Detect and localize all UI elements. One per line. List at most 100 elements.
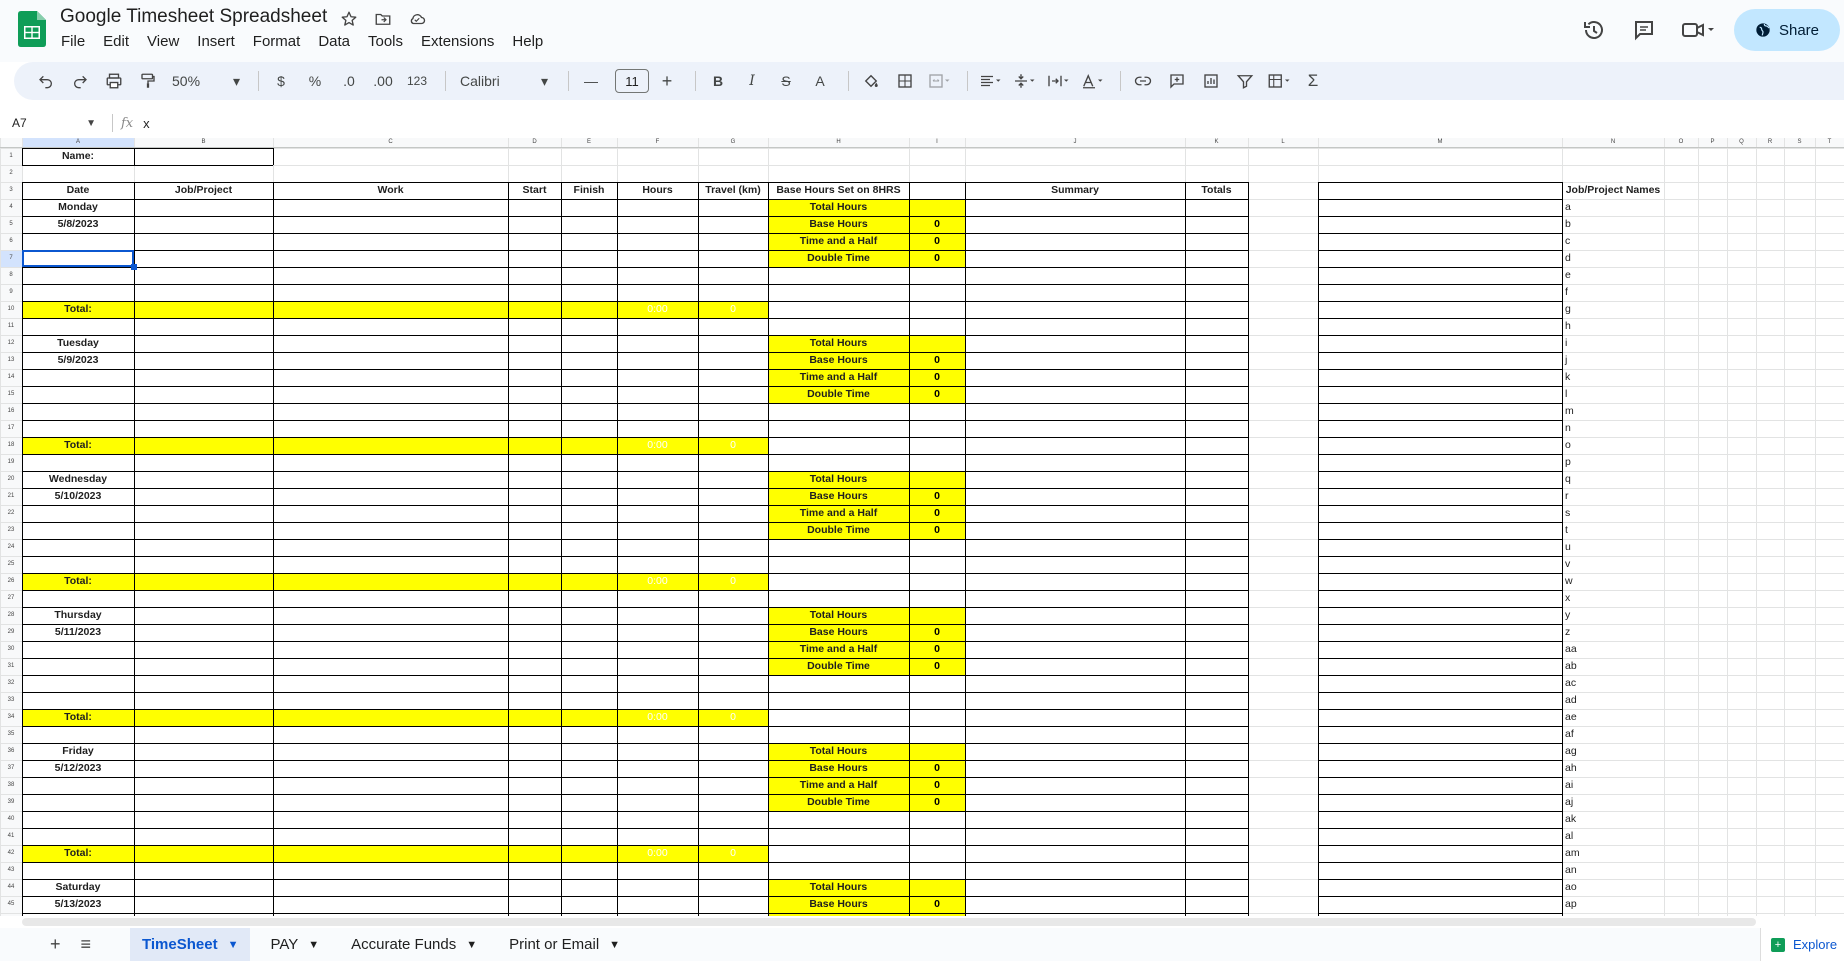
tab-timesheet[interactable]: TimeSheet ▼ bbox=[130, 928, 251, 961]
toolbar-divider bbox=[695, 71, 697, 91]
name-box[interactable]: A7 ▼ bbox=[0, 112, 104, 134]
total-travel-value: 0 bbox=[730, 711, 736, 723]
add-sheet-icon[interactable]: + bbox=[50, 934, 61, 955]
summary-label: Double Time bbox=[807, 796, 870, 808]
move-folder-icon[interactable] bbox=[372, 8, 394, 30]
insert-comment-icon[interactable] bbox=[1163, 67, 1191, 95]
summary-value: 0 bbox=[934, 626, 940, 638]
decrease-decimal-button[interactable]: .0 bbox=[335, 67, 363, 95]
explore-label: Explore bbox=[1793, 937, 1838, 952]
horizontal-scrollbar[interactable] bbox=[22, 918, 1756, 926]
menu-help[interactable]: Help bbox=[503, 32, 552, 52]
formula-input[interactable]: x bbox=[143, 116, 150, 131]
header-start: Start bbox=[522, 184, 547, 196]
menu-edit[interactable]: Edit bbox=[94, 32, 138, 52]
increase-font-size-icon[interactable]: + bbox=[653, 67, 681, 95]
row-header: 39 bbox=[7, 799, 15, 805]
increase-decimal-button[interactable]: .00 bbox=[369, 67, 397, 95]
column-header: Q bbox=[1739, 139, 1744, 145]
header-summary: Summary bbox=[1051, 184, 1099, 196]
active-cell-selection[interactable] bbox=[22, 250, 134, 267]
row-header: 18 bbox=[7, 442, 15, 448]
document-title[interactable]: Google Timesheet Spreadsheet bbox=[60, 6, 327, 28]
text-wrapping-icon[interactable] bbox=[1044, 67, 1072, 95]
text-color-button[interactable]: A bbox=[806, 67, 834, 95]
spreadsheet-grid[interactable]: A B C D E F G H I J K L M N O P Q R S T 1 2 3 4 5 6 7 8 9 10 11 12 13 14 1… bbox=[0, 138, 1844, 916]
meet-video-icon[interactable] bbox=[1674, 10, 1724, 50]
summary-label: Total Hours bbox=[809, 473, 868, 485]
tab-pay[interactable]: PAY ▼ bbox=[258, 928, 331, 961]
bold-button[interactable]: B bbox=[704, 67, 732, 95]
job-name-item: ac bbox=[1565, 677, 1577, 689]
row-header: 15 bbox=[7, 391, 15, 397]
menu-data[interactable]: Data bbox=[309, 32, 359, 52]
total-hours-value: 0:00 bbox=[647, 711, 668, 723]
font-size-input[interactable]: 11 bbox=[615, 69, 650, 93]
explore-button[interactable]: + Explore bbox=[1760, 928, 1844, 961]
fill-color-icon[interactable] bbox=[857, 67, 885, 95]
menu-view[interactable]: View bbox=[138, 32, 188, 52]
job-name-item: r bbox=[1565, 490, 1569, 502]
vertical-align-icon[interactable] bbox=[1010, 67, 1038, 95]
menu-file[interactable]: File bbox=[52, 32, 94, 52]
text-rotation-icon[interactable] bbox=[1078, 67, 1106, 95]
filter-icon[interactable] bbox=[1231, 67, 1259, 95]
menu-format[interactable]: Format bbox=[244, 32, 310, 52]
font-family-select[interactable]: Calibri ▾ bbox=[454, 67, 554, 95]
paint-format-icon[interactable] bbox=[134, 67, 162, 95]
row-header: 19 bbox=[7, 459, 15, 465]
comments-icon[interactable] bbox=[1624, 10, 1664, 50]
print-icon[interactable] bbox=[100, 67, 128, 95]
functions-icon[interactable]: Σ bbox=[1299, 67, 1327, 95]
all-sheets-icon[interactable]: ≡ bbox=[81, 934, 92, 955]
job-name-item: t bbox=[1565, 524, 1568, 536]
column-header: E bbox=[586, 139, 591, 145]
menu-tools[interactable]: Tools bbox=[359, 32, 412, 52]
redo-icon[interactable] bbox=[66, 67, 94, 95]
column-header: O bbox=[1678, 139, 1684, 145]
insert-chart-icon[interactable] bbox=[1197, 67, 1225, 95]
tab-print-or-email[interactable]: Print or Email ▼ bbox=[497, 928, 632, 961]
percent-format-button[interactable]: % bbox=[301, 67, 329, 95]
menu-extensions[interactable]: Extensions bbox=[412, 32, 503, 52]
currency-format-button[interactable]: $ bbox=[267, 67, 295, 95]
filter-views-icon[interactable] bbox=[1265, 67, 1293, 95]
summary-label: Base Hours bbox=[809, 490, 868, 502]
menu-insert[interactable]: Insert bbox=[188, 32, 244, 52]
summary-value: 0 bbox=[934, 388, 940, 400]
summary-label: Total Hours bbox=[809, 609, 868, 621]
insert-link-icon[interactable] bbox=[1129, 67, 1157, 95]
zoom-select[interactable]: 50% ▾ bbox=[168, 67, 244, 95]
summary-value: 0 bbox=[934, 371, 940, 383]
version-history-icon[interactable] bbox=[1574, 10, 1614, 50]
total-hours-value: 0:00 bbox=[647, 847, 668, 859]
header-finish: Finish bbox=[573, 184, 605, 196]
cloud-saved-icon[interactable] bbox=[406, 8, 428, 30]
merge-cells-icon[interactable] bbox=[925, 67, 953, 95]
job-name-item: s bbox=[1565, 507, 1571, 519]
day-date: 5/10/2023 bbox=[54, 490, 102, 502]
job-name-item: j bbox=[1565, 354, 1568, 366]
decrease-font-size-icon[interactable]: — bbox=[577, 67, 605, 95]
star-icon[interactable] bbox=[338, 8, 360, 30]
borders-icon[interactable] bbox=[891, 67, 919, 95]
sheets-logo-icon[interactable] bbox=[18, 11, 46, 47]
tab-accurate-funds[interactable]: Accurate Funds ▼ bbox=[339, 928, 489, 961]
total-label: Total: bbox=[64, 847, 92, 859]
column-header: H bbox=[836, 139, 841, 145]
undo-icon[interactable] bbox=[32, 67, 60, 95]
share-button[interactable]: Share bbox=[1734, 9, 1840, 51]
horizontal-align-icon[interactable] bbox=[976, 67, 1004, 95]
more-formats-button[interactable]: 123 bbox=[403, 67, 431, 95]
column-header: B bbox=[201, 139, 206, 145]
summary-label: Double Time bbox=[807, 660, 870, 672]
chevron-down-icon: ▼ bbox=[609, 938, 621, 951]
strikethrough-button[interactable]: S bbox=[772, 67, 800, 95]
column-header: D bbox=[532, 139, 537, 145]
summary-label: Base Hours bbox=[809, 354, 868, 366]
day-name: Monday bbox=[58, 201, 98, 213]
row-header: 45 bbox=[7, 901, 15, 907]
header-date: Date bbox=[66, 184, 90, 196]
job-name-item: o bbox=[1565, 439, 1571, 451]
italic-button[interactable]: I bbox=[738, 67, 766, 95]
